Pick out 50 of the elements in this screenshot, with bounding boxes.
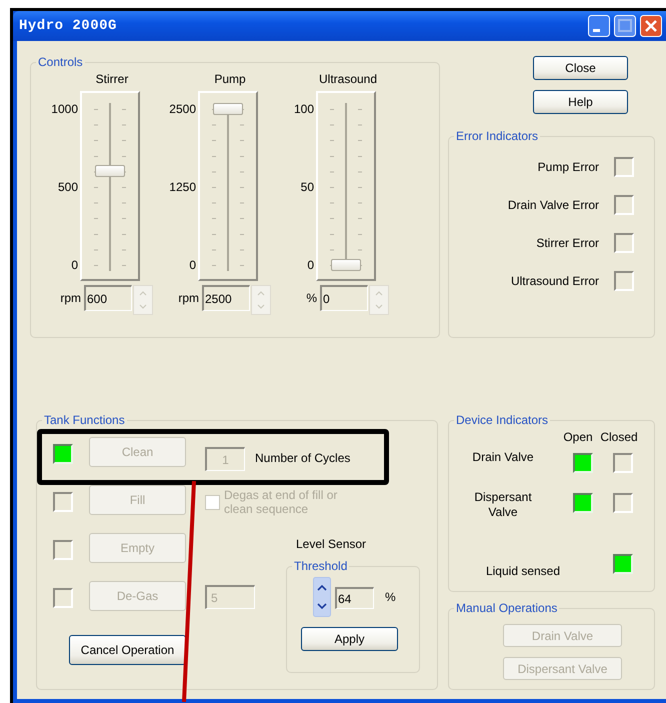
value-field[interactable]: 0 bbox=[320, 285, 368, 311]
close-icon[interactable] bbox=[640, 15, 662, 37]
tick-label: 2500 bbox=[168, 102, 196, 116]
group-title: Tank Functions bbox=[44, 413, 125, 427]
unit-label: rpm bbox=[59, 291, 82, 305]
tick-label: 50 bbox=[300, 180, 314, 194]
dialog-button[interactable]: Help bbox=[533, 90, 628, 114]
indicator-label: Dispersant Valve bbox=[473, 489, 533, 521]
group-title: Manual Operations bbox=[456, 601, 558, 615]
tick-label: 1000 bbox=[50, 102, 78, 116]
slider-thumb[interactable] bbox=[95, 165, 125, 178]
apply-button[interactable]: Apply bbox=[301, 627, 398, 651]
checkbox-label: Degas at end of fill or clean sequence bbox=[224, 488, 338, 516]
unit-label: % bbox=[385, 590, 396, 604]
column-header: Closed bbox=[599, 430, 639, 446]
slider-label: Pump bbox=[214, 71, 246, 87]
window-title: Hydro 2000G bbox=[19, 18, 118, 34]
slider-label: Stirrer bbox=[96, 71, 128, 87]
field-label: Number of Cycles bbox=[255, 451, 350, 465]
indicator-label: Drain Valve bbox=[471, 449, 535, 466]
tick-label: 0 bbox=[188, 258, 196, 272]
dialog-button[interactable]: Close bbox=[533, 56, 628, 80]
section-label: Level Sensor bbox=[295, 536, 368, 552]
threshold-field[interactable]: 64 bbox=[335, 587, 374, 609]
maximize-icon[interactable] bbox=[614, 15, 636, 37]
unit-label: rpm bbox=[177, 291, 200, 305]
group-title: Device Indicators bbox=[456, 413, 548, 427]
tick-label: 100 bbox=[292, 102, 314, 116]
column-header: Open bbox=[563, 430, 593, 446]
tick-label: 0 bbox=[70, 258, 78, 272]
group-title: Controls bbox=[38, 55, 83, 69]
indicator-label: Pump Error bbox=[538, 160, 599, 174]
indicator-label: Drain Valve Error bbox=[508, 198, 599, 212]
indicator-label: Liquid sensed bbox=[484, 564, 562, 578]
slider-label: Ultrasound bbox=[318, 71, 378, 87]
value-field[interactable]: 2500 bbox=[202, 285, 250, 311]
tick-label: 0 bbox=[306, 258, 314, 272]
slider-thumb[interactable] bbox=[213, 103, 243, 115]
spin-arrows-icon[interactable] bbox=[313, 577, 331, 617]
value-field[interactable]: 600 bbox=[84, 285, 132, 311]
indicator-label: Stirrer Error bbox=[536, 236, 599, 250]
tick-label: 500 bbox=[56, 180, 78, 194]
group-title: Error Indicators bbox=[456, 129, 538, 143]
group-title: Threshold bbox=[294, 559, 348, 573]
cancel-button[interactable]: Cancel Operation bbox=[69, 635, 186, 665]
tick-label: 1250 bbox=[168, 180, 196, 194]
unit-label: % bbox=[305, 291, 318, 305]
minimize-icon[interactable] bbox=[588, 15, 610, 37]
slider-thumb[interactable] bbox=[331, 259, 361, 271]
indicator-label: Ultrasound Error bbox=[510, 274, 599, 288]
